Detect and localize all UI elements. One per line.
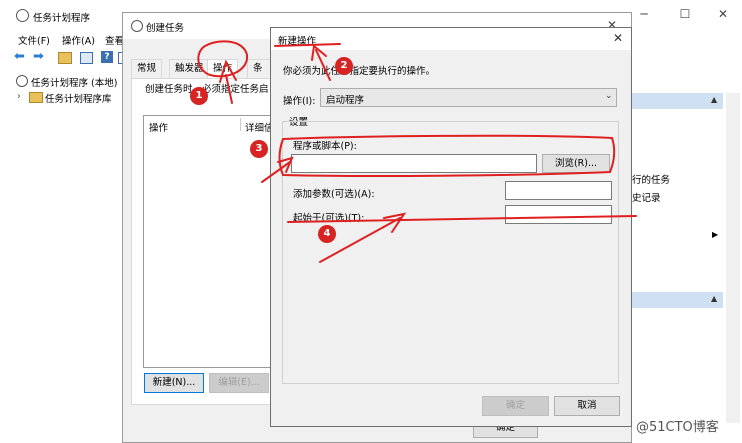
annotation-overlay <box>197 40 637 263</box>
arrow-1-head <box>219 59 237 83</box>
arrow-1-shaft <box>225 74 233 104</box>
annotation-badge-3: 3 <box>250 140 268 158</box>
annotation-badge-4: 4 <box>318 225 336 243</box>
arrow-4-head <box>383 212 407 233</box>
underline-title <box>274 43 341 47</box>
annotation-badge-1: 1 <box>190 87 208 105</box>
annotation-badge-2: 2 <box>335 57 353 75</box>
underline-start <box>287 215 637 223</box>
watermark: @51CTO博客 <box>636 420 719 435</box>
box-program <box>278 134 616 177</box>
